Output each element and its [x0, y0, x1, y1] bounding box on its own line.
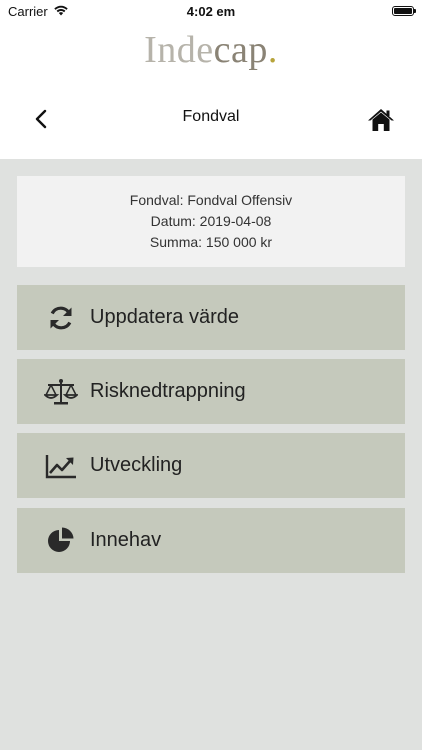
- header: Indecap. Fondval: [0, 22, 422, 159]
- refresh-icon: [44, 301, 78, 335]
- menu-item-label: Uppdatera värde: [90, 306, 239, 328]
- fund-info-card: Fondval: Fondval Offensiv Datum: 2019-04…: [17, 176, 405, 267]
- app-logo: Indecap.: [0, 28, 422, 72]
- logo-dot: .: [267, 29, 278, 71]
- line-chart-icon: [44, 449, 78, 483]
- battery-icon: [392, 6, 416, 16]
- logo-part-2: cap: [213, 29, 268, 71]
- menu-item-development[interactable]: Utveckling: [17, 433, 405, 498]
- fund-name: Fondval: Fondval Offensiv: [129, 192, 293, 208]
- menu-item-update-value[interactable]: Uppdatera värde: [17, 285, 405, 350]
- menu-item-label: Utveckling: [90, 454, 183, 476]
- menu-item-label: Risknedtrappning: [90, 380, 246, 402]
- pie-chart-icon: [44, 524, 78, 558]
- home-icon: [368, 109, 394, 131]
- menu-item-risk-reduction[interactable]: Risknedtrappning: [17, 359, 405, 424]
- status-bar: Carrier 4:02 em: [0, 0, 422, 22]
- scale-icon: [44, 375, 78, 409]
- page-title: Fondval: [182, 108, 240, 125]
- menu-item-holdings[interactable]: Innehav: [17, 508, 405, 573]
- status-time: 4:02 em: [186, 3, 236, 19]
- home-button[interactable]: [366, 106, 396, 134]
- fund-sum: Summa: 150 000 kr: [149, 234, 273, 250]
- logo-part-1: Inde: [144, 29, 214, 71]
- menu-item-label: Innehav: [90, 529, 162, 551]
- fund-date: Datum: 2019-04-08: [150, 213, 272, 229]
